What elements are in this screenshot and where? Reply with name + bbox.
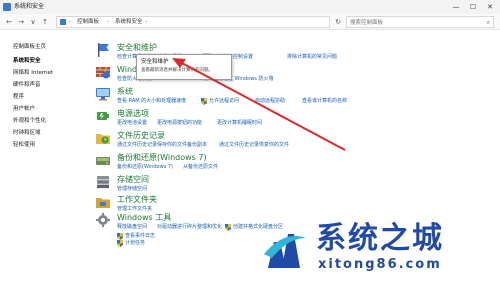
sidebar-item-home[interactable]: 控制面板主页 — [13, 43, 46, 51]
file-history-icon — [96, 134, 110, 144]
section-storage-spaces: 存储空间 管理存储空间 — [95, 174, 495, 196]
section-title[interactable]: Windows 工具 — [117, 212, 171, 223]
link-scheduled-tasks[interactable]: 计划任务 — [125, 239, 145, 247]
section-title[interactable]: 文件历史记录 — [117, 130, 165, 141]
computer-icon — [96, 88, 110, 101]
close-button[interactable]: ✕ — [482, 0, 498, 14]
search-box[interactable]: ⌕ — [346, 16, 494, 28]
uac-shield-icon — [117, 240, 123, 247]
search-input[interactable] — [350, 18, 470, 27]
link-view-ram-cpu[interactable]: 查看 RAM 的大小和处理器速度 — [117, 97, 186, 105]
control-panel-window: 系统和安全 — ☐ ✕ ← → ∨ ↑ › 控制面板 › 系统和安全 › ∨ ↻… — [0, 0, 500, 282]
section-title[interactable]: 备份和还原(Windows 7) — [117, 152, 207, 163]
link-remote-assistance[interactable]: 启动远程协助 — [255, 97, 285, 105]
tooltip-description: 查看最新消息并解决计算机的问题。 — [141, 68, 213, 73]
uac-shield-icon — [117, 233, 123, 240]
computer-icon — [60, 19, 66, 25]
sidebar-item-clock-region[interactable]: 时钟和区域 — [13, 129, 41, 137]
storage-icon — [97, 176, 109, 189]
uac-shield-icon — [225, 224, 231, 231]
work-folders-icon — [96, 198, 110, 208]
sidebar-item-ease-of-access[interactable]: 轻松使用 — [13, 141, 35, 149]
backup-icon — [96, 157, 110, 165]
section-title[interactable]: 电源选项 — [117, 108, 149, 119]
up-arrow-icon[interactable]: ↑ — [40, 17, 50, 27]
breadcrumb-separator: › — [107, 19, 109, 25]
link-restore-from-backup[interactable]: 从备份还原文件 — [183, 163, 218, 171]
control-panel-icon — [3, 3, 11, 11]
link-restore-files[interactable]: 通过文件历史记录恢复你的文件 — [219, 141, 289, 149]
section-title[interactable]: 安全和维护 — [117, 42, 157, 53]
uac-shield-icon — [201, 98, 207, 105]
section-title[interactable]: 系统 — [117, 86, 133, 97]
firewall-icon — [96, 67, 110, 79]
minimize-button[interactable]: — — [448, 0, 464, 14]
tools-icon — [96, 213, 110, 227]
link-computer-name[interactable]: 查看该计算机的名称 — [302, 97, 347, 105]
section-backup-restore: 备份和还原(Windows 7) 备份和还原(Windows 7) 从备份还原文… — [95, 152, 495, 174]
address-field[interactable]: › 控制面板 › 系统和安全 › ∨ — [56, 16, 377, 28]
link-defragment[interactable]: 对驱动器进行碎片整理和优化 — [157, 223, 222, 231]
sidebar-item-network[interactable]: 网络和 Internet — [13, 69, 53, 77]
sidebar-item-programs[interactable]: 程序 — [13, 93, 24, 101]
power-icon — [97, 112, 109, 120]
tooltip: 安全和维护 查看最新消息并解决计算机的问题。 — [136, 54, 232, 80]
watermark-logo — [264, 234, 306, 268]
link-disk-cleanup[interactable]: 释放磁盘空间 — [117, 223, 147, 231]
forward-arrow-icon[interactable]: → — [16, 17, 26, 27]
link-troubleshoot[interactable]: 排除计算机的常见问题 — [287, 53, 337, 61]
section-power-options: 电源选项 更改电池设置 更改电源按钮的功能 更改计算机睡眠时间 — [95, 108, 495, 130]
section-file-history: 文件历史记录 通过文件历史记录保存你的文件备份副本 通过文件历史记录恢复你的文件 — [95, 130, 495, 152]
breadcrumb-system-security[interactable]: 系统和安全 — [115, 18, 143, 27]
link-manage-storage[interactable]: 管理存储空间 — [117, 185, 147, 193]
maximize-button[interactable]: ☐ — [465, 0, 481, 14]
refresh-icon[interactable]: ↻ — [333, 17, 343, 27]
sidebar-item-appearance[interactable]: 外观和个性化 — [13, 117, 46, 125]
link-sleep-time[interactable]: 更改计算机睡眠时间 — [217, 119, 262, 127]
search-icon[interactable]: ⌕ — [487, 18, 490, 27]
breadcrumb-separator: › — [69, 19, 71, 25]
section-title[interactable]: 存储空间 — [117, 174, 149, 185]
watermark-url: xitong86.com — [318, 257, 442, 272]
watermark-title: 系统之城 — [316, 221, 444, 256]
link-power-button[interactable]: 更改电源按钮的功能 — [157, 119, 202, 127]
link-backup-restore-win7[interactable]: 备份和还原(Windows 7) — [117, 163, 173, 171]
section-system: 系统 查看 RAM 的大小和处理器速度 允许远程访问 启动远程协助 查看该计算机… — [95, 86, 495, 108]
sidebar-item-user-accounts[interactable]: 用户帐户 — [13, 105, 35, 113]
breadcrumb-separator: › — [145, 19, 147, 25]
tooltip-title: 安全和维护 — [141, 59, 169, 65]
link-backup-copies[interactable]: 通过文件历史记录保存你的文件备份副本 — [117, 141, 207, 149]
title-bar[interactable]: 系统和安全 — ☐ ✕ — [0, 0, 500, 14]
link-battery-settings[interactable]: 更改电池设置 — [117, 119, 147, 127]
section-title[interactable]: 工作文件夹 — [117, 194, 157, 205]
recent-locations-icon[interactable]: ∨ — [28, 17, 38, 27]
back-arrow-icon[interactable]: ← — [4, 17, 14, 27]
flag-icon — [98, 43, 109, 57]
window-title: 系统和安全 — [14, 3, 45, 10]
sidebar-item-hardware-sound[interactable]: 硬件和声音 — [13, 81, 41, 89]
sidebar-item-system-security[interactable]: 系统和安全 — [13, 57, 41, 65]
address-bar: ← → ∨ ↑ › 控制面板 › 系统和安全 › ∨ ↻ ⌕ — [0, 14, 500, 30]
breadcrumb-control-panel[interactable]: 控制面板 — [77, 18, 99, 27]
link-allow-remote-access[interactable]: 允许远程访问 — [209, 97, 239, 105]
